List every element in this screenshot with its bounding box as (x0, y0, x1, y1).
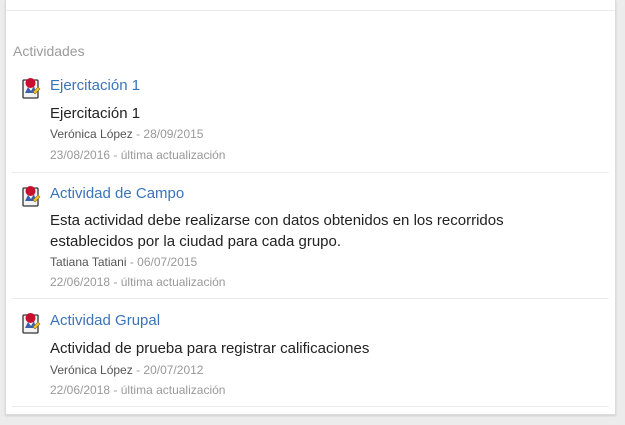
activity-date: 28/09/2015 (143, 127, 204, 141)
activity-updated-label: última actualización (120, 383, 226, 397)
activity-title-link[interactable]: Actividad Grupal (50, 312, 160, 329)
activities-panel: Actividades Ejercitación 1 Ejercitación … (5, 0, 616, 415)
activity-updated: 23/08/2016 - última actualización (50, 148, 226, 162)
activity-author: Tatiana Tatiani (50, 255, 127, 269)
activity-title-link[interactable]: Ejercitación 1 (50, 77, 140, 94)
assignment-icon (22, 78, 41, 99)
activity-updated: 22/06/2018 - última actualización (50, 383, 226, 397)
activity-date: 06/07/2015 (137, 255, 198, 269)
section-title: Actividades (13, 43, 85, 59)
activity-updated: 22/06/2018 - última actualización (50, 275, 226, 289)
activity-title-link[interactable]: Actividad de Campo (50, 185, 184, 202)
activity-updated-date: 23/08/2016 (50, 148, 111, 162)
activity-updated-label: última actualización (120, 275, 226, 289)
divider (12, 406, 609, 407)
activity-date: 20/07/2012 (143, 363, 204, 377)
divider (6, 10, 615, 11)
activity-description: Actividad de prueba para registrar calif… (50, 340, 370, 357)
activity-meta: Verónica López - 28/09/2015 (50, 127, 204, 141)
activity-meta: Verónica López - 20/07/2012 (50, 363, 204, 377)
activity-updated-date: 22/06/2018 (50, 275, 111, 289)
activity-description: Esta actividad debe realizarse con datos… (50, 212, 504, 250)
divider (12, 172, 609, 173)
divider (12, 298, 609, 299)
assignment-icon (22, 313, 41, 334)
assignment-icon (22, 186, 41, 207)
activity-author: Verónica López (50, 363, 133, 377)
activity-meta: Tatiana Tatiani - 06/07/2015 (50, 255, 198, 269)
activity-updated-label: última actualización (120, 148, 226, 162)
activity-author: Verónica López (50, 127, 133, 141)
activity-description: Ejercitación 1 (50, 105, 141, 122)
activity-updated-date: 22/06/2018 (50, 383, 111, 397)
